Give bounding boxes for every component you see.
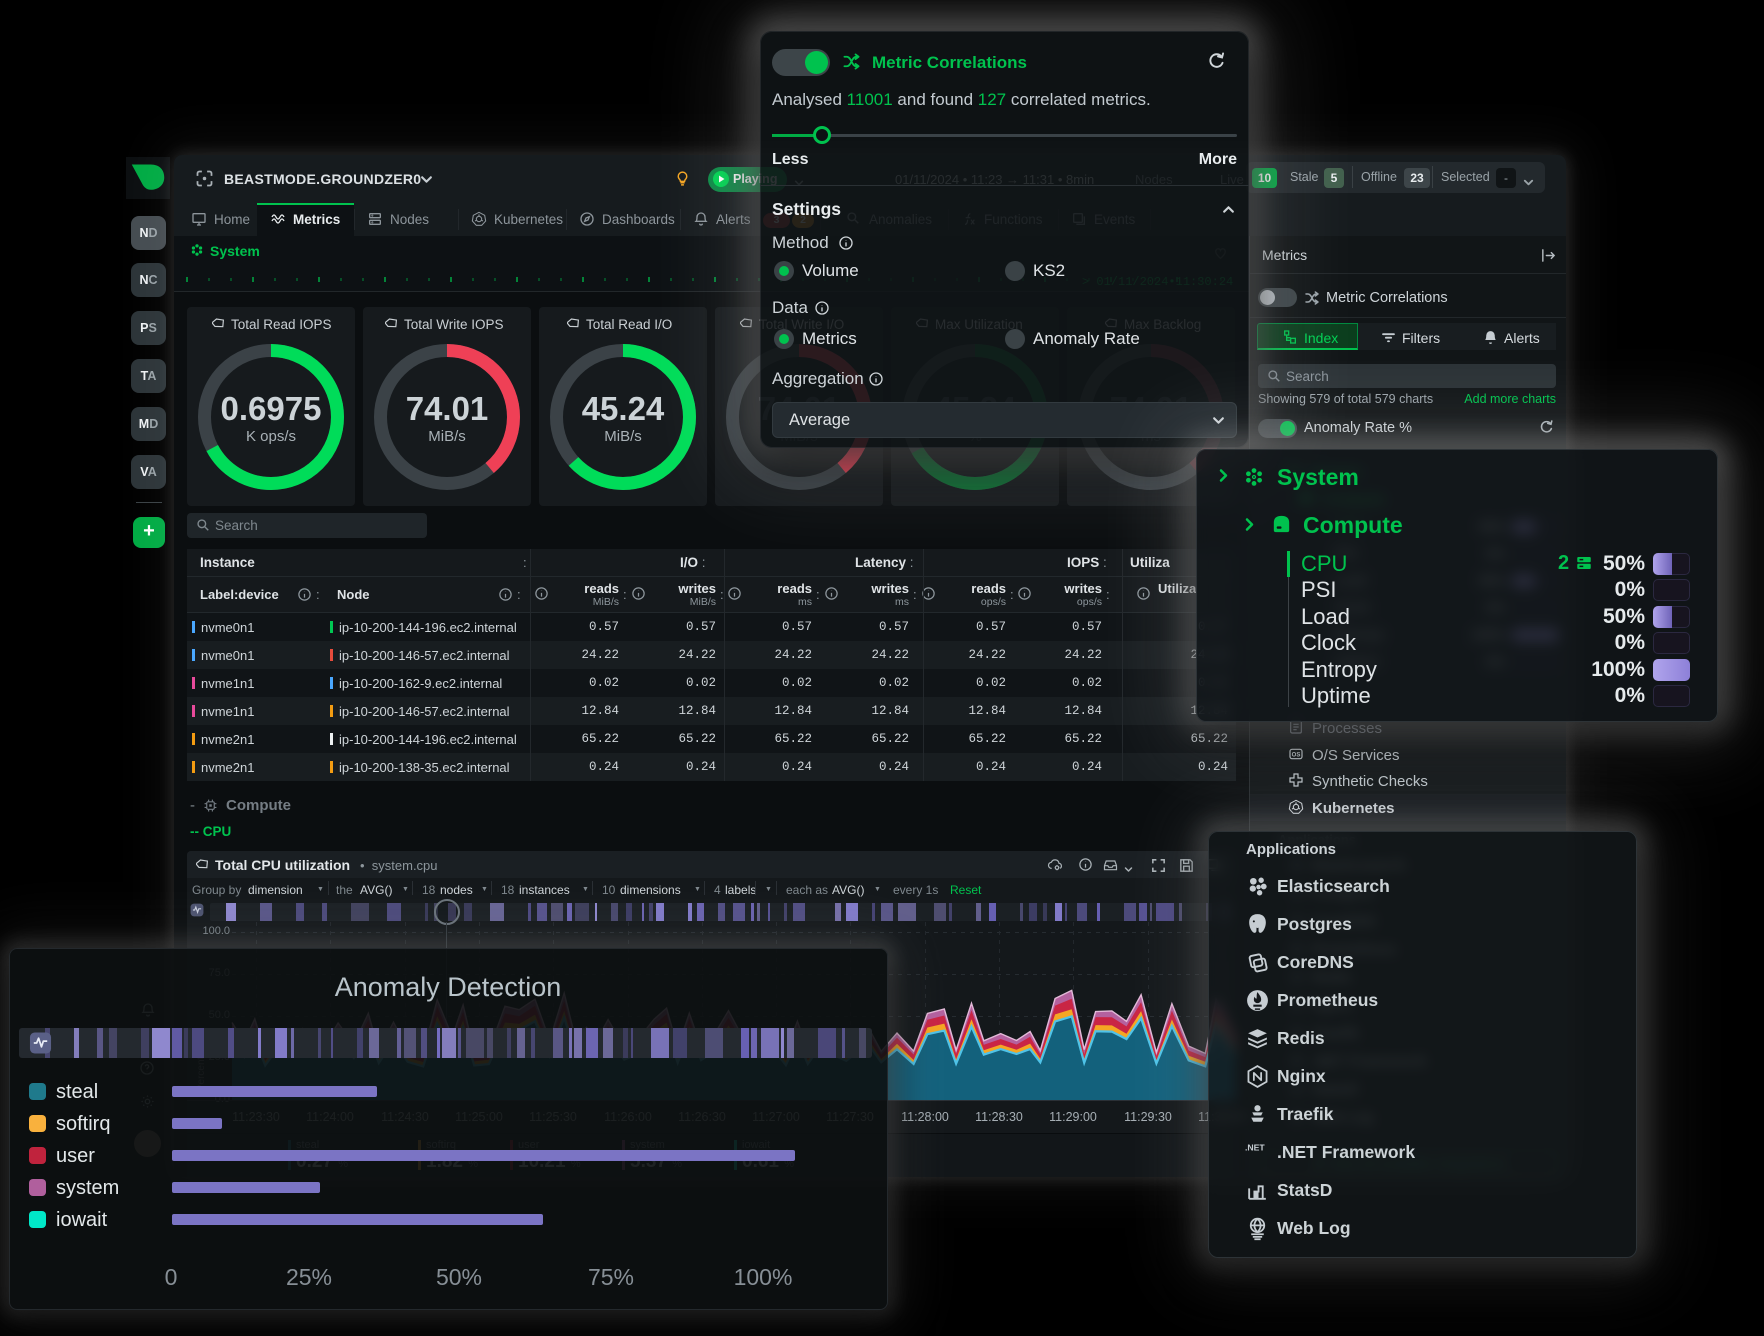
svg-text:OS: OS (1292, 753, 1301, 759)
svg-text:.NET: .NET (1245, 1142, 1265, 1152)
